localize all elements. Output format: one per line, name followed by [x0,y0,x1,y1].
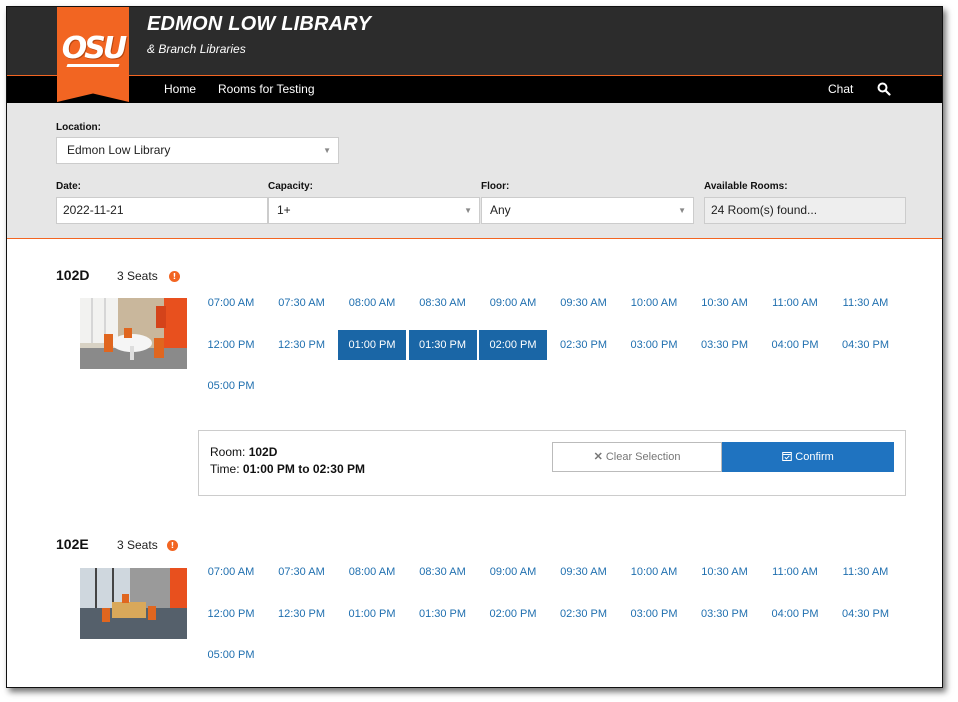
nav-home[interactable]: Home [164,82,196,96]
calendar-check-icon [782,452,793,461]
time-slot[interactable]: 08:30 AM [409,288,477,318]
time-slot[interactable]: 10:00 AM [620,288,688,318]
time-slot[interactable]: 05:00 PM [197,371,265,401]
logo-underline [66,64,120,67]
time-slot[interactable]: 02:00 PM [479,599,547,629]
confirm-label: Confirm [795,451,834,463]
nav-chat[interactable]: Chat [828,82,853,96]
time-slot[interactable]: 10:30 AM [691,557,759,587]
logo-text: OSU [61,31,127,66]
selected-time-line: Time: 01:00 PM to 02:30 PM [210,462,365,476]
filter-panel: Location: Edmon Low Library ▼ Date: 2022… [7,103,942,239]
location-select[interactable]: Edmon Low Library ▼ [56,137,339,164]
time-slot[interactable]: 12:00 PM [197,330,265,360]
time-slot[interactable]: 02:00 PM [479,329,547,360]
chevron-down-icon: ▼ [323,146,331,155]
location-value: Edmon Low Library [67,143,171,157]
site-title[interactable]: EDMON LOW LIBRARY [147,13,371,36]
time-slot[interactable]: 08:00 AM [338,557,406,587]
chevron-down-icon: ▼ [464,206,472,215]
time-slot[interactable]: 04:00 PM [761,330,829,360]
time-slot[interactable]: 01:30 PM [408,329,477,360]
time-slot[interactable]: 01:00 PM [338,329,406,360]
clear-selection-label: Clear Selection [605,451,681,463]
time-slot[interactable]: 12:30 PM [268,330,336,360]
time-slot[interactable]: 12:30 PM [268,599,336,629]
floor-select[interactable]: Any ▼ [481,197,694,224]
browser-window: OSU EDMON LOW LIBRARY & Branch Libraries… [6,6,943,688]
time-slot[interactable]: 03:30 PM [691,599,759,629]
available-rooms-label: Available Rooms: [704,181,788,192]
time-slot[interactable]: 09:30 AM [550,557,618,587]
time-slot[interactable]: 05:00 PM [197,640,265,670]
time-slot[interactable]: 10:30 AM [691,288,759,318]
time-slot[interactable]: 11:00 AM [761,288,829,318]
site-subtitle: & Branch Libraries [147,42,246,56]
time-slot[interactable]: 11:30 AM [832,288,900,318]
time-label: Time: [210,462,240,476]
room-seats: 3 Seats [117,269,158,283]
time-slot[interactable]: 01:30 PM [409,599,477,629]
selected-room: 102D [248,445,278,459]
time-slot[interactable]: 04:30 PM [832,599,900,629]
room-name: 102E [56,536,89,552]
time-slot[interactable]: 07:00 AM [197,557,265,587]
nav-rooms-for-testing[interactable]: Rooms for Testing [218,82,315,96]
room-photo[interactable] [80,568,187,639]
info-icon[interactable]: ! [167,540,178,551]
time-slot[interactable]: 03:00 PM [620,330,688,360]
selected-time: 01:00 PM to 02:30 PM [242,462,365,476]
date-input[interactable]: 2022-11-21 [56,197,268,224]
time-slot[interactable]: 03:30 PM [691,330,759,360]
time-slot[interactable]: 09:00 AM [479,557,547,587]
floor-label: Floor: [481,181,510,192]
time-slot[interactable]: 09:00 AM [479,288,547,318]
main-nav [7,76,942,103]
date-value: 2022-11-21 [63,203,124,217]
time-slot[interactable]: 08:00 AM [338,288,406,318]
time-slot[interactable]: 02:30 PM [550,599,618,629]
floor-value: Any [490,203,511,217]
available-rooms-field: 24 Room(s) found... [704,197,906,224]
time-slot[interactable]: 08:30 AM [409,557,477,587]
selected-room-line: Room: 102D [210,445,277,459]
time-slot[interactable]: 07:00 AM [197,288,265,318]
capacity-label: Capacity: [268,181,314,192]
time-slot[interactable]: 02:30 PM [550,330,618,360]
time-slot[interactable]: 11:30 AM [832,557,900,587]
date-label: Date: [56,181,82,192]
location-label: Location: [56,122,101,133]
room-seats: 3 Seats [117,538,158,552]
time-slot[interactable]: 07:30 AM [268,288,336,318]
capacity-select[interactable]: 1+ ▼ [268,197,480,224]
time-slot[interactable]: 04:00 PM [761,599,829,629]
room-label: Room: [210,445,246,459]
available-rooms-value: 24 Room(s) found... [711,203,818,217]
osu-logo[interactable]: OSU [57,7,129,102]
time-slot[interactable]: 09:30 AM [550,288,618,318]
time-slot[interactable]: 04:30 PM [832,330,900,360]
search-icon[interactable] [877,82,891,96]
chevron-down-icon: ▼ [678,206,686,215]
capacity-value: 1+ [277,203,291,217]
time-slot[interactable]: 07:30 AM [268,557,336,587]
info-icon[interactable]: ! [169,271,180,282]
time-slot[interactable]: 03:00 PM [620,599,688,629]
confirm-button[interactable]: Confirm [722,442,894,472]
selection-summary: Room: 102D Time: 01:00 PM to 02:30 PM ✕ … [198,430,906,496]
time-slot[interactable]: 01:00 PM [338,599,406,629]
close-icon: ✕ [593,451,603,463]
clear-selection-button[interactable]: ✕ Clear Selection [552,442,722,472]
room-photo[interactable] [80,298,187,369]
time-slot[interactable]: 11:00 AM [761,557,829,587]
time-slot[interactable]: 10:00 AM [620,557,688,587]
room-name: 102D [56,267,90,283]
time-slot[interactable]: 12:00 PM [197,599,265,629]
